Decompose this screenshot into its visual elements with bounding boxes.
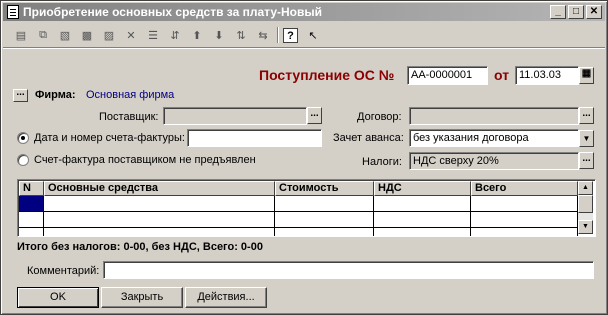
scroll-down-icon[interactable]: ▼: [578, 220, 593, 234]
date-label: от: [494, 67, 510, 83]
doc-title: Поступление ОС №: [259, 67, 395, 83]
delete-icon[interactable]: ✕: [123, 27, 139, 43]
advance-label: Зачет аванса:: [333, 132, 404, 144]
assets-table[interactable]: N Основные средства Стоимость НДС Всего: [17, 179, 596, 237]
folder-icon[interactable]: ▨: [101, 27, 117, 43]
whats-this-icon[interactable]: ↖: [305, 27, 321, 43]
move-icon[interactable]: ⇵: [167, 27, 183, 43]
taxes-field[interactable]: НДС сверху 20%: [409, 152, 579, 170]
table-cell[interactable]: [374, 228, 471, 236]
help-icon[interactable]: ?: [283, 28, 298, 43]
calendar-icon[interactable]: ▦: [579, 67, 594, 84]
supplier-field[interactable]: [163, 107, 307, 125]
doc-number-field[interactable]: АА-0000001: [407, 66, 488, 85]
minimize-button[interactable]: _: [550, 5, 566, 19]
invoice-missing-label: Счет-фактура поставщиком не предъявлен: [34, 154, 256, 166]
comment-label: Комментарий:: [27, 265, 100, 277]
supplier-label: Поставщик:: [99, 111, 159, 123]
table-cell[interactable]: [44, 212, 275, 228]
arrow-down-icon[interactable]: ⬇: [211, 27, 227, 43]
close-button[interactable]: ✕: [586, 5, 602, 19]
toolbar: ▤ ⧉ ▧ ▩ ▨ ✕ ☰ ⇵ ⬆ ⬇ ⇅ ⇆ ? ↖: [3, 23, 605, 48]
folder-copy-icon[interactable]: ▩: [79, 27, 95, 43]
column-header-total[interactable]: Всего: [471, 181, 578, 196]
contract-field[interactable]: [409, 107, 579, 125]
title-bar[interactable]: Приобретение основных средств за плату-Н…: [3, 3, 605, 21]
column-header-n[interactable]: N: [19, 181, 44, 196]
date-field[interactable]: 11.03.03: [515, 66, 579, 85]
filter-icon[interactable]: ☰: [145, 27, 161, 43]
invoice-radio[interactable]: [17, 132, 29, 144]
arrow-up-icon[interactable]: ⬆: [189, 27, 205, 43]
new-document-icon[interactable]: ▤: [13, 27, 29, 43]
delete-mark-icon[interactable]: ▧: [57, 27, 73, 43]
table-cell[interactable]: [374, 196, 471, 212]
document-window: Приобретение основных средств за плату-Н…: [0, 0, 608, 315]
taxes-label: Налоги:: [362, 156, 402, 168]
scroll-thumb[interactable]: [578, 195, 593, 213]
table-cell[interactable]: [471, 228, 578, 236]
table-cell[interactable]: [471, 212, 578, 228]
document-icon: [7, 5, 19, 19]
comment-field[interactable]: [103, 261, 594, 279]
table-cell[interactable]: [44, 196, 275, 212]
toolbar-separator: [277, 27, 278, 43]
table-cell[interactable]: [275, 212, 374, 228]
contract-select-button[interactable]: ...: [579, 107, 594, 124]
selected-cell[interactable]: [19, 196, 44, 212]
taxes-select-button[interactable]: ...: [579, 152, 594, 169]
sort-asc-icon[interactable]: ⇅: [233, 27, 249, 43]
advance-dropdown-icon[interactable]: ▼: [579, 130, 594, 147]
sort-desc-icon[interactable]: ⇆: [255, 27, 271, 43]
invoice-label: Дата и номер счета-фактуры:: [34, 132, 185, 144]
totals-text: Итого без налогов: 0-00, без НДС, Всего:…: [17, 241, 263, 253]
firm-value[interactable]: Основная фирма: [86, 89, 174, 101]
column-header-assets[interactable]: Основные средства: [44, 181, 275, 196]
supplier-select-button[interactable]: ...: [307, 107, 322, 124]
invoice-field[interactable]: [187, 129, 322, 147]
invoice-missing-radio[interactable]: [17, 154, 29, 166]
close-button-footer[interactable]: Закрыть: [101, 287, 183, 308]
scroll-up-icon[interactable]: ▲: [578, 181, 593, 195]
window-title: Приобретение основных средств за плату-Н…: [23, 5, 323, 19]
maximize-button[interactable]: □: [568, 5, 584, 19]
actions-button[interactable]: Действия...: [185, 287, 267, 308]
table-cell[interactable]: [44, 228, 275, 236]
table-cell[interactable]: [19, 212, 44, 228]
table-cell[interactable]: [19, 228, 44, 236]
ok-button[interactable]: OK: [17, 287, 99, 308]
copy-icon[interactable]: ⧉: [35, 27, 51, 43]
column-header-cost[interactable]: Стоимость: [275, 181, 374, 196]
table-scrollbar[interactable]: ▲ ▼: [578, 181, 593, 234]
table-cell[interactable]: [275, 228, 374, 236]
column-header-vat[interactable]: НДС: [374, 181, 471, 196]
table-cell[interactable]: [275, 196, 374, 212]
table-cell[interactable]: [471, 196, 578, 212]
contract-label: Договор:: [357, 111, 402, 123]
close-button-label: Закрыть: [120, 291, 164, 303]
table-cell[interactable]: [374, 212, 471, 228]
advance-select[interactable]: без указания договора: [409, 129, 579, 147]
firm-label: Фирма:: [35, 89, 76, 101]
firm-select-button[interactable]: ...: [13, 88, 28, 102]
